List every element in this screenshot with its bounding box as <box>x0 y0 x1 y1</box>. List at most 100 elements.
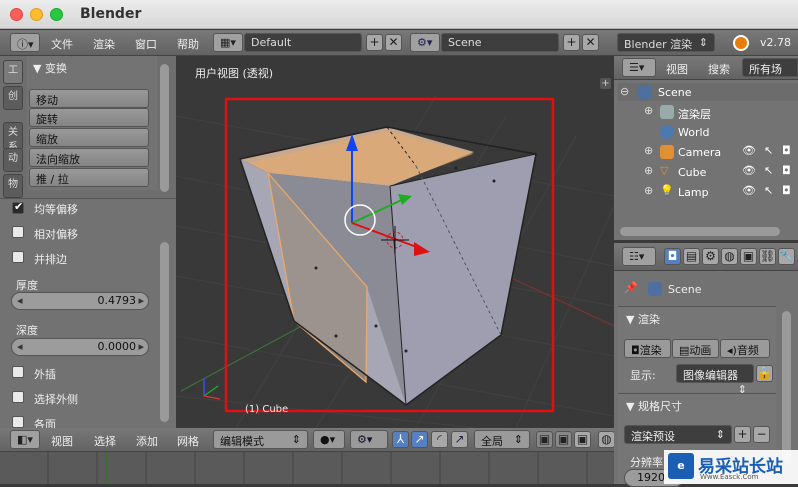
add-region-plus-icon[interactable]: + <box>600 78 611 89</box>
pin-icon[interactable]: 📌 <box>624 281 638 294</box>
add-preset-button[interactable]: + <box>734 426 751 443</box>
layout-icon-button[interactable]: ▦▾ <box>213 33 243 52</box>
menu-add[interactable]: 添加 <box>136 433 158 449</box>
render-image-button[interactable]: ◘渲染 <box>624 339 671 358</box>
depth-field[interactable]: ◂ 0.0000 ▸ <box>11 338 149 356</box>
outliner-scrollbar[interactable] <box>620 227 780 236</box>
relative-offset-checkbox[interactable] <box>12 226 24 238</box>
timeline-area[interactable] <box>0 452 614 484</box>
pivot-point-select[interactable]: ⚙▾ <box>350 430 388 449</box>
cube-render-icon[interactable]: ◘ <box>782 164 791 177</box>
close-window-button[interactable] <box>10 8 23 21</box>
menu-mesh[interactable]: 网格 <box>177 433 199 449</box>
rotate-manipulator-icon[interactable]: ◜ <box>431 431 448 448</box>
occlude-geometry-icon[interactable]: ◍ <box>598 431 615 448</box>
3d-viewport[interactable]: 用户视图 (透视) (1) Cube + <box>176 56 614 428</box>
lamp-select-cursor-icon[interactable]: ↖ <box>764 184 773 197</box>
render-engine-select[interactable]: Blender 渲染 ⇕ <box>617 33 715 52</box>
render-layers-tab-icon[interactable]: ▤ <box>683 248 700 265</box>
dimensions-section-header[interactable]: ▼ 规格尺寸 <box>626 398 682 414</box>
manipulator-toggle-icon[interactable]: ⅄ <box>392 431 409 448</box>
tab-create[interactable]: 创 <box>3 86 23 110</box>
remove-preset-button[interactable]: − <box>753 426 770 443</box>
outliner-menu-search[interactable]: 搜索 <box>708 61 730 77</box>
modifiers-tab-icon[interactable]: 🔧 <box>778 248 795 265</box>
tab-physics[interactable]: 物 <box>3 174 23 198</box>
scale-button[interactable]: 缩放 <box>29 128 149 147</box>
translate-manipulator-icon[interactable]: ↗ <box>411 431 428 448</box>
operator-panel-scrollbar[interactable] <box>160 242 169 422</box>
cube-select-cursor-icon[interactable]: ↖ <box>764 164 773 177</box>
minimize-window-button[interactable] <box>30 8 43 21</box>
shading-select[interactable]: ●▾ <box>313 430 345 449</box>
menu-help[interactable]: 帮助 <box>177 36 199 52</box>
lock-interface-icon[interactable]: 🔒 <box>756 365 773 382</box>
outset-checkbox[interactable] <box>12 366 24 378</box>
edge-rail-checkbox[interactable] <box>12 251 24 263</box>
editor-type-outliner-button[interactable]: ☰▾ <box>622 58 656 77</box>
remove-scene-button[interactable]: ✕ <box>582 34 599 51</box>
transform-orientation-select[interactable]: 全局 ⇕ <box>474 430 530 449</box>
outliner-row-lamp[interactable]: ⊕ 💡 Lamp 👁 ↖ ◘ <box>618 183 798 201</box>
maximize-window-button[interactable] <box>50 8 63 21</box>
rotate-button[interactable]: 旋转 <box>29 108 149 127</box>
cube-visibility-eye-icon[interactable]: 👁 <box>742 164 756 177</box>
render-tab-icon[interactable]: ◘ <box>664 248 681 265</box>
even-offset-checkbox[interactable]: ✔ <box>12 200 24 214</box>
tab-animation[interactable]: 动 <box>3 148 23 172</box>
tab-relations[interactable]: 关系 <box>3 122 23 153</box>
render-section-header[interactable]: ▼ 渲染 <box>626 311 660 327</box>
menu-file[interactable]: 文件 <box>51 36 73 52</box>
remove-layout-button[interactable]: ✕ <box>385 34 402 51</box>
tool-shelf-scrollbar[interactable] <box>160 64 169 192</box>
mode-select[interactable]: 编辑模式 ⇕ <box>213 430 308 449</box>
menu-window[interactable]: 窗口 <box>135 36 157 52</box>
camera-visibility-eye-icon[interactable]: 👁 <box>742 144 756 157</box>
lamp-render-icon[interactable]: ◘ <box>782 184 791 197</box>
layout-name-field[interactable]: Default <box>244 33 362 52</box>
scale-manipulator-icon[interactable]: ↗ <box>451 431 468 448</box>
object-tab-icon[interactable]: ▣ <box>740 248 757 265</box>
individual-checkbox[interactable] <box>12 416 24 428</box>
camera-select-cursor-icon[interactable]: ↖ <box>764 144 773 157</box>
add-layout-button[interactable]: + <box>366 34 383 51</box>
editor-type-3d-button[interactable]: ◧▾ <box>10 430 40 449</box>
outliner-display-mode-select[interactable]: 所有场景 <box>742 58 798 92</box>
shrink-fatten-button[interactable]: 法向缩放 <box>29 148 149 167</box>
window-titlebar: Blender <box>0 0 798 29</box>
vertex-select-icon[interactable]: ▣ <box>536 431 553 448</box>
render-preset-select[interactable]: 渲染预设 ⇕ <box>624 425 732 444</box>
display-select[interactable]: 图像编辑器 ⇕ <box>676 364 754 396</box>
outliner-row-camera[interactable]: ⊕ Camera 👁 ↖ ◘ <box>618 143 798 161</box>
tab-tools[interactable]: 工 <box>3 60 23 84</box>
constraints-tab-icon[interactable]: ⛓ <box>759 248 776 265</box>
scene-icon-button[interactable]: ⚙▾ <box>410 33 440 52</box>
lamp-visibility-eye-icon[interactable]: 👁 <box>742 184 756 197</box>
translate-button[interactable]: 移动 <box>29 89 149 108</box>
menu-render[interactable]: 渲染 <box>93 36 115 52</box>
outliner-menu-view[interactable]: 视图 <box>666 61 688 77</box>
menu-view[interactable]: 视图 <box>51 433 73 449</box>
outliner-row-render-layers[interactable]: ⊕ 渲染层 <box>618 103 798 121</box>
thickness-field[interactable]: ◂ 0.4793 ▸ <box>11 292 149 310</box>
world-tab-icon[interactable]: ◍ <box>721 248 738 265</box>
outliner-row-scene[interactable]: ⊖ Scene <box>618 83 798 101</box>
edge-select-icon[interactable]: ▣ <box>555 431 572 448</box>
scene-tab-icon[interactable]: ⚙ <box>702 248 719 265</box>
face-select-icon[interactable]: ▣ <box>574 431 591 448</box>
push-pull-button[interactable]: 推 / 拉 <box>29 168 149 187</box>
render-audio-button[interactable]: ◂)音频 <box>720 339 770 358</box>
transform-section-header[interactable]: ▼ 变换 <box>33 60 67 76</box>
add-scene-button[interactable]: + <box>563 34 580 51</box>
editor-type-properties-button[interactable]: ☷▾ <box>622 247 656 266</box>
render-animation-button[interactable]: ▤动画 <box>672 339 719 358</box>
depth-value: 0.0000 <box>97 340 137 353</box>
outliner-row-cube[interactable]: ⊕ ▽ Cube 👁 ↖ ◘ <box>618 163 798 181</box>
editor-type-info-button[interactable]: ⓘ▾ <box>10 33 40 52</box>
outliner-row-world[interactable]: World <box>618 123 798 141</box>
scene-name-field[interactable]: Scene <box>441 33 559 52</box>
menu-select[interactable]: 选择 <box>94 433 116 449</box>
properties-scrollbar[interactable] <box>782 311 791 461</box>
camera-render-icon[interactable]: ◘ <box>782 144 791 157</box>
select-outer-checkbox[interactable] <box>12 391 24 403</box>
